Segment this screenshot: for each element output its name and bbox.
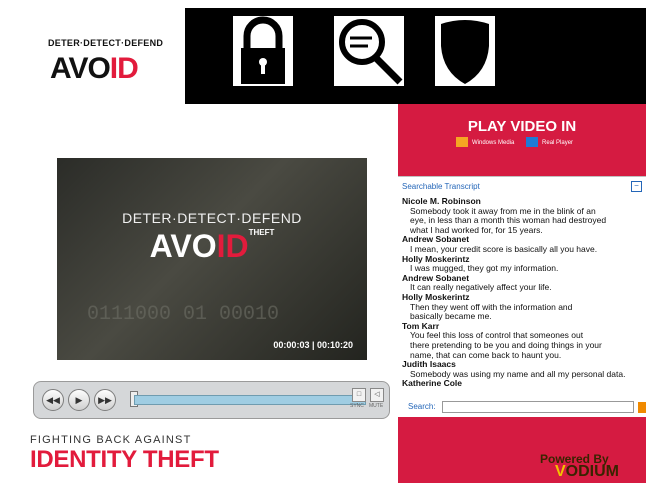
mute-button[interactable]: ◁: [370, 388, 384, 402]
magnifier-icon: [334, 16, 404, 86]
video-timecode: 00:00:03 | 00:10:20: [273, 340, 353, 350]
windows-media-link[interactable]: Windows Media: [456, 137, 515, 147]
transcript-panel: Searchable Transcript − Nicole M. Robins…: [398, 176, 646, 417]
real-player-label: Real Player: [542, 139, 574, 146]
windows-media-icon: [456, 137, 468, 147]
transcript-title: Searchable Transcript: [402, 182, 480, 191]
vodium-logo[interactable]: VODIUM: [555, 463, 619, 481]
fast-forward-button[interactable]: ▶▶: [94, 389, 116, 411]
vodium-v: V: [555, 463, 566, 480]
sync-label: SYNC: [350, 403, 364, 409]
video-logo: AVOIDTHEFT: [57, 228, 367, 265]
sync-button[interactable]: □: [352, 388, 366, 402]
player-options: Windows Media Real Player: [456, 137, 583, 147]
video-logo-id: ID: [216, 228, 249, 264]
search-go-button[interactable]: [638, 402, 646, 413]
real-player-link[interactable]: Real Player: [526, 137, 574, 147]
shield-icon: [435, 16, 495, 86]
logo-theft: THEFT: [117, 46, 137, 53]
transcript-minimize-button[interactable]: −: [631, 181, 642, 192]
logo-wordmark: AVOIDTHEFT: [50, 46, 155, 86]
search-input[interactable]: [442, 401, 634, 413]
video-logo-avo: AVO: [149, 228, 217, 264]
transcript-speaker[interactable]: Katherine Cole: [402, 379, 640, 389]
fighting-back-text: FIGHTING BACK AGAINST: [30, 434, 192, 446]
logo-avo: AVO: [50, 52, 111, 85]
seek-bar[interactable]: [134, 395, 366, 405]
logo-tagline: DETER·DETECT·DEFEND: [48, 38, 164, 48]
avoid-theft-logo[interactable]: DETER·DETECT·DEFEND AVOIDTHEFT: [10, 8, 186, 104]
real-player-icon: [526, 137, 539, 147]
identity-theft-text: IDENTITY THEFT: [30, 446, 219, 473]
windows-media-label: Windows Media: [472, 139, 515, 146]
video-logo-theft: THEFT: [248, 228, 275, 237]
transcript-search: Search:: [398, 400, 646, 416]
video-background-digits: 0111000 01 00010: [87, 303, 280, 326]
player-controls: ◀◀ ▶ ▶▶ □ SYNC ◁ MUTE: [33, 381, 390, 419]
logo-id: ID: [109, 52, 139, 85]
transcript-list[interactable]: Nicole M. Robinson Somebody took it away …: [402, 196, 640, 389]
video-title-line: DETER·DETECT·DEFEND: [122, 210, 302, 226]
vodium-rest: ODIUM: [565, 463, 619, 480]
page: DETER·DETECT·DEFEND AVOIDTHEFT 0111000 0…: [0, 0, 646, 483]
play-button[interactable]: ▶: [68, 389, 90, 411]
video-player[interactable]: 0111000 01 00010 DETER·DETECT·DEFEND AVO…: [57, 158, 367, 360]
mute-label: MUTE: [369, 403, 384, 409]
lock-icon: [233, 16, 293, 86]
rewind-button[interactable]: ◀◀: [42, 389, 64, 411]
play-video-in-heading: PLAY VIDEO IN: [467, 118, 577, 135]
search-label: Search:: [408, 402, 436, 411]
